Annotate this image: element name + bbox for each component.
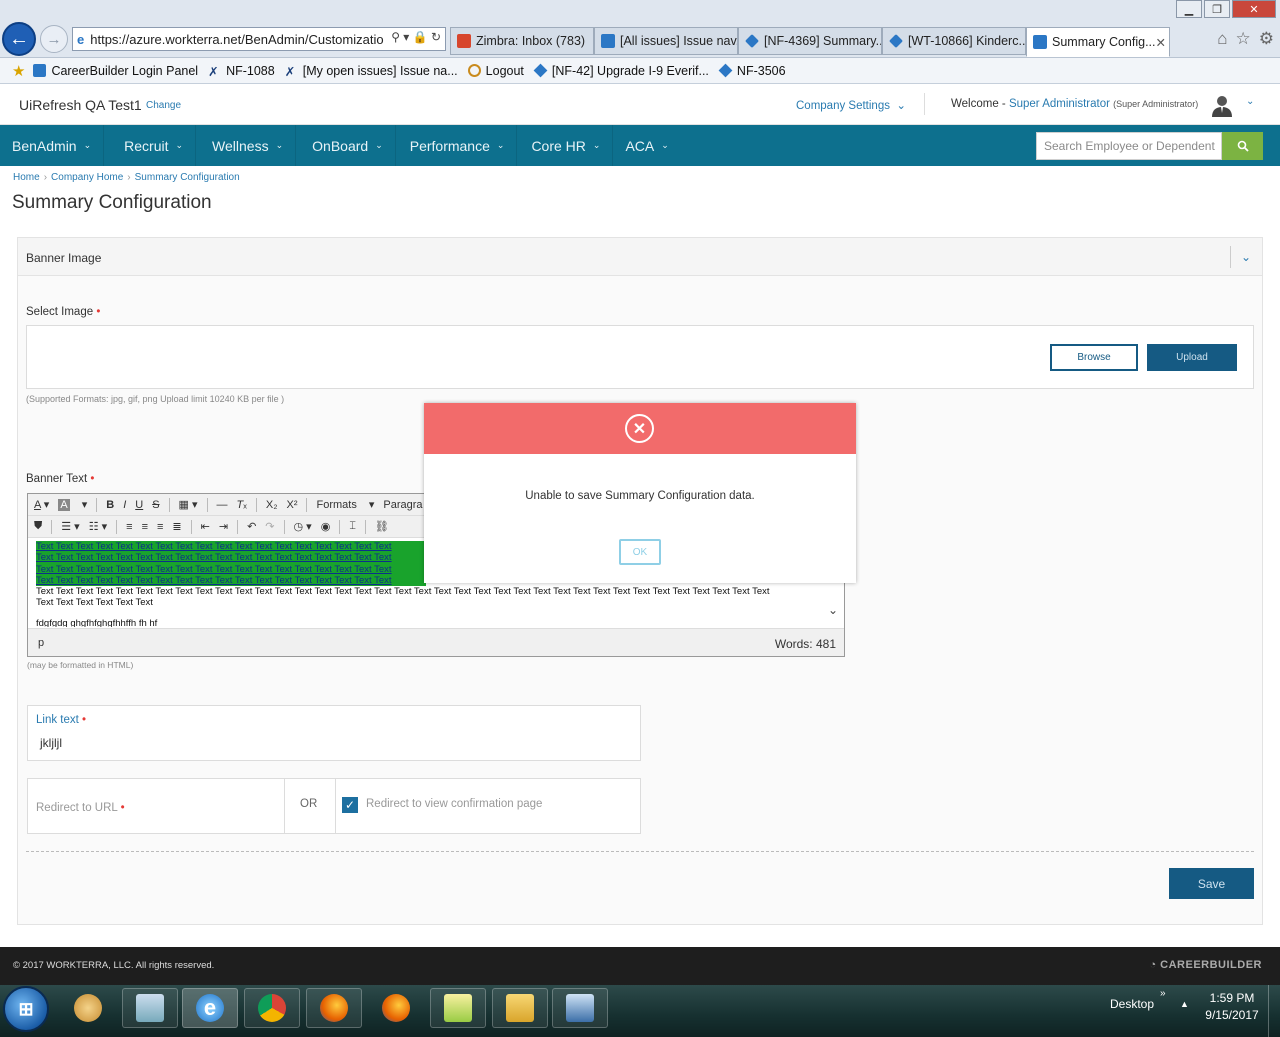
error-message: Unable to save Summary Configuration dat… xyxy=(525,490,755,502)
chrome-icon[interactable] xyxy=(244,988,300,1028)
error-icon: ✕ xyxy=(625,414,654,443)
file-explorer-icon[interactable] xyxy=(492,988,548,1028)
firefox-icon[interactable] xyxy=(306,988,362,1028)
paint-icon[interactable] xyxy=(60,988,116,1028)
error-dialog-header: ✕ xyxy=(424,403,856,454)
show-desktop-button[interactable] xyxy=(1268,985,1280,1037)
notification-area-icon[interactable]: ▲ xyxy=(1180,999,1189,1009)
clock-time: 1:59 PM xyxy=(1209,991,1255,1005)
ok-button[interactable]: OK xyxy=(619,539,661,565)
windows-taskbar: ⊞ e Desktop » ▲ 1:59 PM 9/15/2017 xyxy=(0,985,1280,1037)
clock-date: 9/15/2017 xyxy=(1205,1008,1259,1022)
toolbar-expand-icon[interactable]: » xyxy=(1160,988,1166,999)
system-clock[interactable]: 1:59 PM 9/15/2017 xyxy=(1196,990,1268,1024)
notepad-icon[interactable] xyxy=(122,988,178,1028)
start-button[interactable]: ⊞ xyxy=(3,986,49,1032)
internet-explorer-icon[interactable]: e xyxy=(182,988,238,1028)
error-dialog: ✕ Unable to save Summary Configuration d… xyxy=(424,403,856,583)
remote-desktop-icon[interactable] xyxy=(552,988,608,1028)
sticky-notes-icon[interactable] xyxy=(430,988,486,1028)
desktop-toolbar[interactable]: Desktop xyxy=(1110,997,1154,1011)
firefox-icon[interactable] xyxy=(368,988,424,1028)
